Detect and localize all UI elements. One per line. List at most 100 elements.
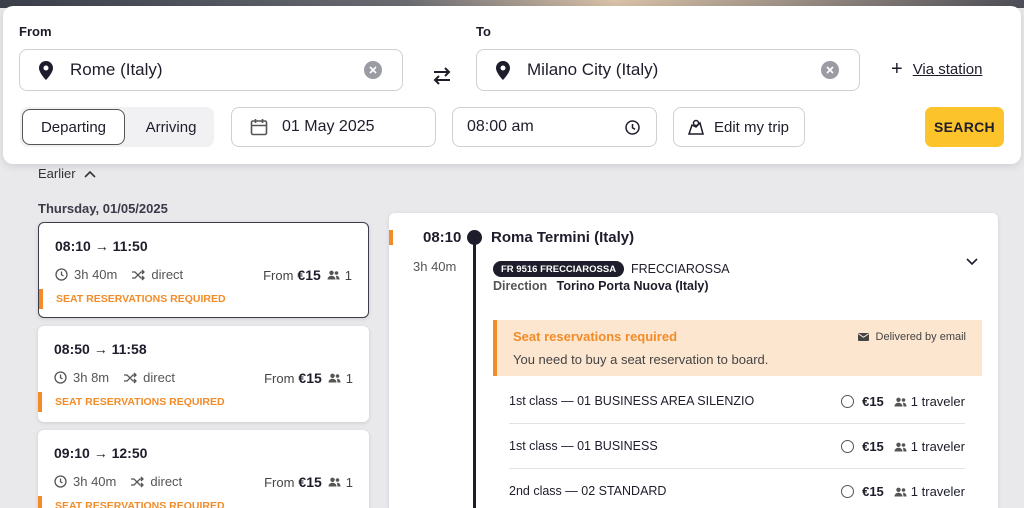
price-from-label: From [264,474,295,490]
journey-price: From €15 1 [264,474,353,490]
clock-icon [625,120,640,135]
clock-icon [55,268,68,281]
clock-icon [54,371,67,384]
journey-times: 08:50 → 11:58 [54,341,147,357]
departing-option[interactable]: Departing [22,109,125,145]
shuffle-icon [131,476,145,487]
train-badge: FR 9516 FRECCIAROSSA [493,261,625,277]
journey-card[interactable]: 09:10 → 12:50 3h 40m direct From €15 1 S… [38,430,369,508]
chevron-up-icon [84,170,96,178]
journey-times: 08:10 → 11:50 [55,238,148,254]
earlier-toggle[interactable]: Earlier [38,166,96,181]
edit-trip-label: Edit my trip [714,118,790,136]
swap-icon[interactable] [430,66,454,86]
fare-travelers: 1 traveler [894,439,965,454]
departing-arriving-toggle: Departing Arriving [20,107,214,147]
seat-notice-title: Seat reservations required [513,329,678,344]
journey-detail-panel: 08:10 Roma Termini (Italy) 3h 40m FR 951… [389,213,998,508]
price-from-label: From [263,267,294,283]
journey-card[interactable]: 08:10 → 11:50 3h 40m direct From €15 1 S… [38,222,369,318]
time-field[interactable]: 08:00 am [452,107,657,147]
from-field[interactable]: Rome (Italy) [19,49,403,91]
fare-option[interactable]: 1st class — 01 BUSINESS AREA SILENZIO €1… [509,379,965,424]
traveler-count: 1 [345,474,353,490]
journey-duration: 3h 40m [74,267,118,282]
arriving-option[interactable]: Arriving [128,109,214,145]
detail-accent-bar [389,230,393,245]
direction-value: Torino Porta Nuova (Italy) [556,279,709,293]
people-icon [894,397,907,406]
people-icon [894,442,907,451]
fare-name: 1st class — 01 BUSINESS AREA SILENZIO [509,394,755,408]
seat-warning-text: SEAT RESERVATIONS REQUIRED [55,500,225,508]
detail-duration: 3h 40m [413,259,457,274]
departure-time: 08:10 [423,229,462,246]
fare-traveler-label: 1 traveler [910,394,965,409]
timeline-line [473,243,476,508]
journey-times: 09:10 → 12:50 [54,445,148,461]
journey-type: direct [151,267,184,282]
price-value: €15 [297,267,321,283]
search-button[interactable]: SEARCH [925,107,1004,147]
from-value: Rome (Italy) [70,60,163,79]
via-station-label: Via station [912,60,983,78]
fare-option[interactable]: 1st class — 01 BUSINESS €15 1 traveler [509,424,965,469]
price-value: €15 [298,474,322,490]
shuffle-icon [124,372,138,383]
earlier-label: Earlier [38,166,76,181]
fare-name: 2nd class — 02 STANDARD [509,484,667,498]
journey-type: direct [150,474,183,489]
journey-duration: 3h 8m [73,370,110,385]
journey-meta: 3h 40m direct [55,267,187,282]
to-field[interactable]: Milano City (Italy) [476,49,860,91]
journey-meta: 3h 8m direct [54,370,179,385]
direction: Direction Torino Porta Nuova (Italy) [493,279,709,293]
date-value: 01 May 2025 [282,118,375,135]
fare-radio[interactable] [841,395,855,408]
fare-traveler-label: 1 traveler [910,439,965,454]
journey-card[interactable]: 08:50 → 11:58 3h 8m direct From €15 1 SE… [38,326,369,422]
people-icon [327,270,340,280]
traveler-count: 1 [344,267,352,283]
train-brand: FRECCIAROSSA [631,262,730,276]
journey-price: From €15 1 [263,267,352,283]
day-label: Thursday, 01/05/2025 [38,201,168,216]
seat-warning: SEAT RESERVATIONS REQUIRED [39,289,239,309]
direction-label: Direction [493,279,548,293]
clear-icon[interactable] [821,61,839,79]
seat-warning: SEAT RESERVATIONS REQUIRED [38,392,238,412]
plus-icon: + [891,58,903,80]
chevron-down-icon[interactable] [965,257,979,267]
mail-icon [857,333,869,341]
people-icon [328,477,341,487]
edit-trip-button[interactable]: Edit my trip [673,107,805,147]
fare-option[interactable]: 2nd class — 02 STANDARD €15 1 traveler [509,469,965,508]
seat-warning-text: SEAT RESERVATIONS REQUIRED [55,396,225,408]
fare-travelers: 1 traveler [894,484,965,499]
search-panel: From Rome (Italy) To Milano City (Italy)… [3,6,1021,164]
clear-icon[interactable] [364,61,382,79]
fare-travelers: 1 traveler [894,394,965,409]
fare-price: €15 [862,439,884,454]
fare-price: €15 [862,394,884,409]
date-field[interactable]: 01 May 2025 [231,107,436,147]
delivered-by-email: Delivered by email [857,331,966,343]
journey-meta: 3h 40m direct [54,474,186,489]
fare-radio[interactable] [841,485,855,498]
journey-type: direct [143,370,175,385]
seat-reservation-notice: Seat reservations required You need to b… [493,320,982,376]
to-label: To [476,24,491,39]
pin-icon [36,60,56,80]
people-icon [894,487,907,496]
seat-notice-text: You need to buy a seat reservation to bo… [513,352,769,367]
via-station-link[interactable]: + Via station [891,58,983,80]
journey-price: From €15 1 [264,370,353,386]
time-value: 08:00 am [467,118,534,135]
delivered-label: Delivered by email [875,331,966,343]
departure-station: Roma Termini (Italy) [491,229,635,246]
fare-radio[interactable] [841,440,855,453]
price-value: €15 [298,370,322,386]
people-icon [328,373,341,383]
clock-icon [54,475,67,488]
fare-traveler-label: 1 traveler [910,484,965,499]
